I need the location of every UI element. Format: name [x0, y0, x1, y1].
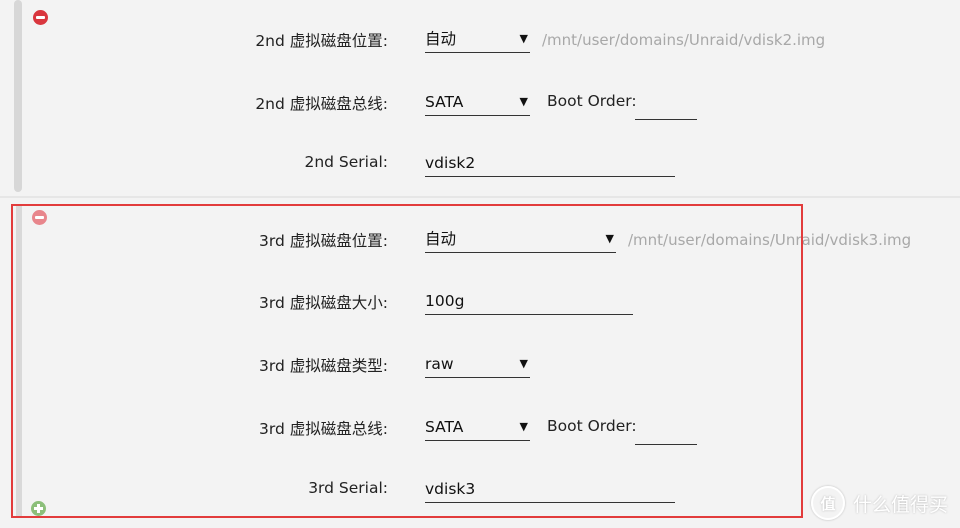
disk2-boot-order-input[interactable]: [635, 93, 697, 120]
watermark: 值 什么值得买: [810, 486, 948, 520]
watermark-text: 什么值得买: [852, 493, 948, 516]
disk2-location-value: 自动: [425, 30, 457, 48]
highlight-box: [11, 204, 803, 518]
disk2-location-select[interactable]: 自动 ▼: [425, 26, 530, 53]
caret-down-icon: ▼: [519, 32, 528, 45]
scrollbar-thumb[interactable]: [14, 0, 22, 192]
disk2-serial-value: vdisk2: [425, 154, 476, 172]
disk2-boot-order-label: Boot Order:: [547, 92, 637, 110]
disk2-bus-select[interactable]: SATA ▼: [425, 89, 530, 116]
disk2-location-label: 2nd 虚拟磁盘位置:: [255, 32, 388, 50]
remove-disk2-icon[interactable]: [33, 10, 48, 25]
disk2-bus-value: SATA: [425, 93, 464, 111]
disk2-bus-label: 2nd 虚拟磁盘总线:: [255, 95, 388, 113]
disk2-serial-input[interactable]: vdisk2: [425, 150, 675, 177]
caret-down-icon: ▼: [519, 95, 528, 108]
disk2-serial-label: 2nd Serial:: [304, 153, 388, 171]
vm-disk-settings: 2nd 虚拟磁盘位置: 自动 ▼ /mnt/user/domains/Unrai…: [0, 0, 960, 528]
disk2-location-path: /mnt/user/domains/Unraid/vdisk2.img: [542, 31, 826, 49]
watermark-logo-icon: 值: [810, 486, 845, 520]
